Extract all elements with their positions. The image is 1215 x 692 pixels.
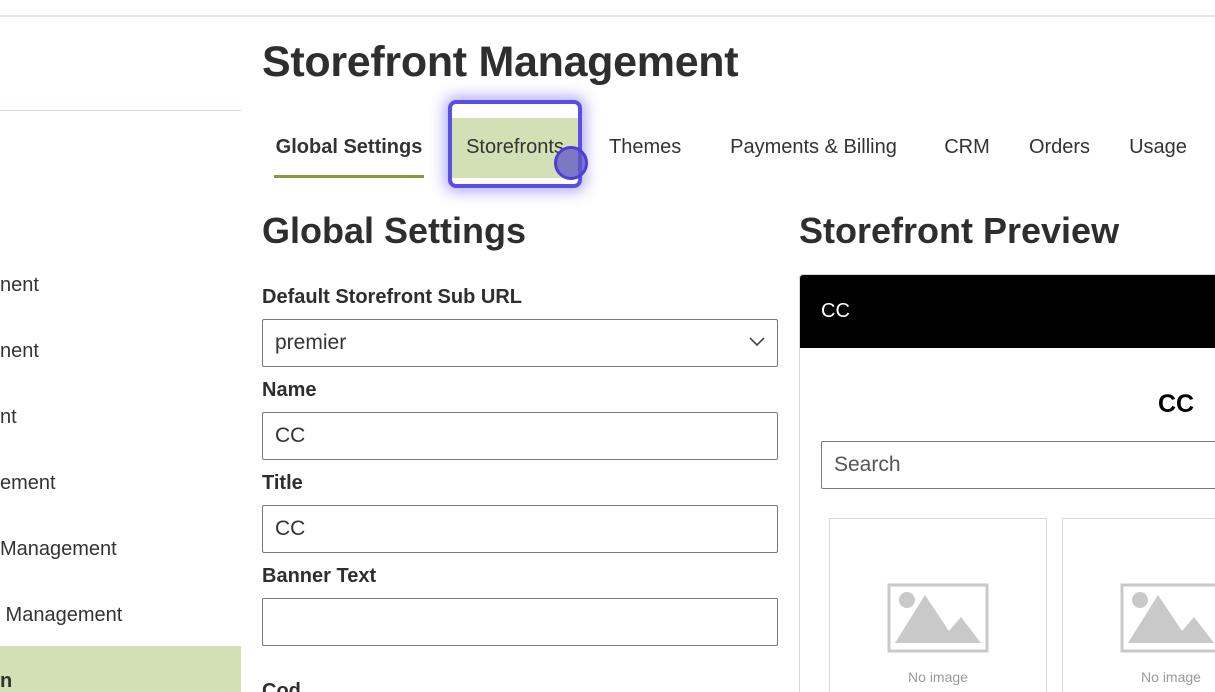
image-placeholder-icon	[887, 583, 989, 653]
sidebar-item-label: nent	[0, 274, 39, 296]
sidebar-item-1[interactable]: nent	[0, 262, 241, 308]
sidebar-item-5[interactable]: Management	[0, 526, 241, 572]
preview-header: CC	[800, 275, 1215, 348]
name-label: Name	[262, 379, 317, 401]
no-image-text: No image	[908, 669, 968, 685]
preview-title: Storefront Preview	[799, 210, 1120, 251]
sidebar: nent nent nt ement Management Management…	[0, 17, 241, 692]
tab-storefronts[interactable]: Storefronts	[452, 118, 578, 178]
sidebar-item-active[interactable]: n	[0, 646, 241, 692]
sidebar-item-6[interactable]: Management	[0, 592, 241, 638]
preview-search-placeholder: Search	[834, 453, 901, 476]
storefront-preview: CC CC Search No image No image	[799, 274, 1215, 692]
sidebar-item-4[interactable]: ement	[0, 460, 241, 506]
title-value: CC	[275, 517, 306, 540]
sidebar-item-label: ement	[0, 472, 56, 494]
sidebar-divider	[0, 110, 241, 111]
product-card[interactable]: No image	[1062, 518, 1215, 692]
sidebar-item-label: Management	[0, 604, 123, 626]
tab-bar: Global Settings Storefronts Themes Payme…	[262, 118, 1215, 180]
title-label: Title	[262, 472, 303, 494]
sidebar-item-3[interactable]: nt	[0, 394, 241, 440]
sidebar-item-label: nent	[0, 340, 39, 362]
banner-text-field[interactable]	[262, 598, 778, 646]
preview-brand: CC	[1158, 390, 1195, 418]
sidebar-item-2[interactable]: nent	[0, 328, 241, 374]
no-image-text: No image	[1141, 669, 1201, 685]
tab-payments-billing[interactable]: Payments & Billing	[726, 118, 901, 178]
tab-usage[interactable]: Usage	[1129, 118, 1187, 178]
name-value: CC	[275, 424, 306, 447]
sidebar-item-label: nt	[0, 406, 17, 428]
image-placeholder-icon	[1120, 583, 1215, 653]
tab-themes[interactable]: Themes	[609, 118, 681, 178]
chevron-down-icon	[749, 337, 765, 347]
next-field-label: Cod	[262, 680, 301, 692]
page-title: Storefront Management	[262, 38, 739, 86]
global-settings-title: Global Settings	[262, 210, 527, 251]
sub-url-label: Default Storefront Sub URL	[262, 286, 522, 308]
title-field[interactable]: CC	[262, 505, 778, 553]
tab-crm[interactable]: CRM	[944, 118, 990, 178]
name-field[interactable]: CC	[262, 412, 778, 460]
sidebar-item-label: Management	[0, 538, 117, 560]
product-card[interactable]: No image	[829, 518, 1047, 692]
sidebar-item-label: n	[0, 670, 13, 692]
tab-orders[interactable]: Orders	[1028, 118, 1091, 178]
banner-text-label: Banner Text	[262, 565, 377, 587]
sub-url-select[interactable]: premier	[262, 319, 778, 367]
sub-url-value: premier	[275, 331, 347, 354]
preview-search-input[interactable]: Search	[821, 441, 1215, 489]
tab-global-settings[interactable]: Global Settings	[274, 118, 424, 178]
